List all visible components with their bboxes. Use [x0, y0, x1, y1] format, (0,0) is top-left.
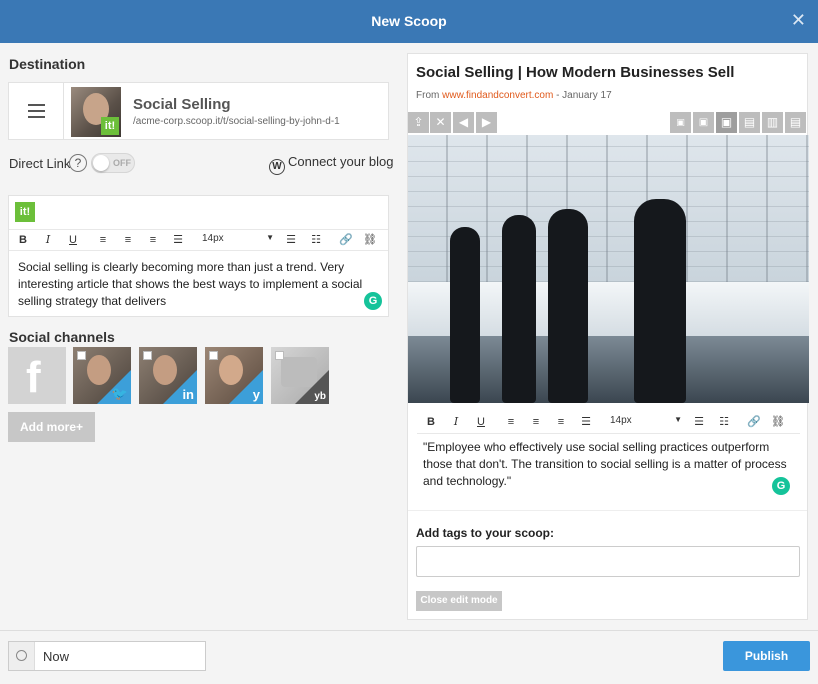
font-size-value: 14px	[202, 233, 224, 244]
editor-toolbar: B I U ≡ ≡ ≡ ☰ 14px ▼ ☰ ☷ 🔗 ⛓	[417, 412, 800, 434]
next-image-icon[interactable]: ▶	[476, 112, 497, 133]
article-image	[408, 135, 809, 403]
article-title[interactable]: Social Selling | How Modern Businesses S…	[416, 64, 734, 81]
scoopit-badge-icon: it!	[15, 202, 35, 222]
chevron-down-icon: ▼	[674, 415, 682, 424]
topic-name: Social Selling	[133, 96, 231, 113]
topic-url: /acme-corp.scoop.it/t/social-selling-by-…	[133, 116, 340, 127]
align-justify-icon[interactable]: ☰	[579, 415, 593, 429]
twitter-icon: 🐦	[111, 386, 128, 401]
quote-editor[interactable]: B I U ≡ ≡ ≡ ☰ 14px ▼ ☰ ☷ 🔗 ⛓ "Employee wh…	[417, 412, 800, 502]
article-date: - January 17	[556, 90, 612, 101]
tags-label: Add tags to your scoop:	[416, 526, 554, 540]
italic-button[interactable]: I	[449, 415, 463, 429]
insight-text[interactable]: Social selling is clearly becoming more …	[18, 259, 380, 310]
close-edit-mode-button[interactable]: Close edit mode	[416, 591, 502, 611]
image-large-icon[interactable]: ▣	[716, 112, 737, 133]
linkedin-channel[interactable]: in	[139, 347, 197, 404]
align-right-icon[interactable]: ≡	[554, 415, 568, 429]
menu-icon[interactable]	[9, 83, 64, 139]
grammarly-icon[interactable]: G	[364, 292, 382, 310]
article-card: Social Selling | How Modern Businesses S…	[407, 53, 809, 620]
insight-editor[interactable]: it! B I U ≡ ≡ ≡ ☰ 14px ▼ ☰ ☷ 🔗 ⛓ Social s…	[8, 195, 389, 317]
connect-blog-label: Connect your blog	[288, 154, 394, 169]
image-right-icon[interactable]: ▤	[785, 112, 806, 133]
linkedin-icon: in	[182, 387, 194, 402]
align-left-icon[interactable]: ≡	[504, 415, 518, 429]
direct-link-label: Direct Link	[9, 156, 71, 171]
editor-toolbar: B I U ≡ ≡ ≡ ☰ 14px ▼ ☰ ☷ 🔗 ⛓	[9, 229, 388, 251]
image-medium-icon[interactable]: ▣	[693, 112, 714, 133]
font-size-select[interactable]: 14px ▼	[610, 415, 684, 426]
numbered-list-icon[interactable]: ☷	[717, 415, 731, 429]
connect-blog-link[interactable]: W Connect your blog	[269, 154, 394, 175]
image-left-icon[interactable]: ▤	[739, 112, 760, 133]
add-more-button[interactable]: Add more+	[8, 412, 95, 442]
modal-header: New Scoop ✕	[0, 0, 818, 43]
grammarly-icon[interactable]: G	[772, 477, 790, 495]
modal-footer: Now Publish	[0, 630, 818, 684]
help-icon[interactable]: ?	[69, 154, 87, 172]
channel-checkbox[interactable]	[77, 351, 86, 360]
tags-input[interactable]	[416, 546, 800, 577]
wordpress-icon: W	[269, 159, 285, 175]
font-size-select[interactable]: 14px ▼	[202, 233, 276, 244]
image-small-icon[interactable]: ▣	[670, 112, 691, 133]
unlink-icon[interactable]: ⛓	[363, 233, 377, 247]
xing-channel[interactable]: yb	[271, 347, 329, 404]
quote-text[interactable]: "Employee who effectively use social sel…	[423, 439, 789, 490]
scoopit-badge-icon: it!	[101, 117, 119, 135]
channel-checkbox[interactable]	[143, 351, 152, 360]
prev-image-icon[interactable]: ◀	[453, 112, 474, 133]
bold-button[interactable]: B	[424, 415, 438, 429]
channel-checkbox[interactable]	[209, 351, 218, 360]
align-left-icon[interactable]: ≡	[96, 233, 110, 247]
link-icon[interactable]: 🔗	[747, 415, 761, 429]
clock-icon	[9, 642, 35, 670]
bullet-list-icon[interactable]: ☰	[284, 233, 298, 247]
unlink-icon[interactable]: ⛓	[771, 415, 785, 429]
chevron-down-icon: ▼	[266, 233, 274, 242]
topic-avatar: it!	[71, 87, 121, 137]
twitter-channel[interactable]: 🐦	[73, 347, 131, 404]
facebook-channel[interactable]: f	[8, 347, 66, 404]
publish-button[interactable]: Publish	[723, 641, 810, 671]
bullet-list-icon[interactable]: ☰	[692, 415, 706, 429]
article-source: From www.findandconvert.com - January 17	[416, 90, 612, 101]
font-size-value: 14px	[610, 415, 632, 426]
link-icon[interactable]: 🔗	[339, 233, 353, 247]
yammer-icon: y	[252, 387, 260, 402]
bold-button[interactable]: B	[16, 233, 30, 247]
destination-title: Destination	[9, 56, 86, 72]
facebook-icon: f	[26, 353, 41, 402]
image-toolbar: ⇪ ✕ ◀ ▶ ▣ ▣ ▣ ▤ ▥ ▤	[408, 112, 807, 134]
right-panel: Social Selling | How Modern Businesses S…	[398, 43, 818, 630]
left-panel: Destination it! Social Selling /acme-cor…	[0, 43, 398, 630]
align-right-icon[interactable]: ≡	[146, 233, 160, 247]
yammer-channel[interactable]: y	[205, 347, 263, 404]
destination-selector[interactable]: it! Social Selling /acme-corp.scoop.it/t…	[8, 82, 389, 140]
close-icon[interactable]: ✕	[791, 11, 806, 29]
social-channels-title: Social channels	[9, 329, 115, 345]
italic-button[interactable]: I	[41, 233, 55, 247]
schedule-value: Now	[43, 649, 70, 664]
schedule-input[interactable]: Now	[8, 641, 206, 671]
xing-icon: yb	[314, 391, 326, 402]
underline-button[interactable]: U	[66, 233, 80, 247]
align-justify-icon[interactable]: ☰	[171, 233, 185, 247]
numbered-list-icon[interactable]: ☷	[309, 233, 323, 247]
toggle-state: OFF	[113, 158, 131, 168]
underline-button[interactable]: U	[474, 415, 488, 429]
modal-title: New Scoop	[371, 13, 447, 29]
direct-link-toggle[interactable]: OFF	[91, 153, 135, 173]
image-top-icon[interactable]: ▥	[762, 112, 783, 133]
from-label: From	[416, 90, 440, 101]
align-center-icon[interactable]: ≡	[121, 233, 135, 247]
channel-checkbox[interactable]	[275, 351, 284, 360]
remove-image-icon[interactable]: ✕	[430, 112, 451, 133]
align-center-icon[interactable]: ≡	[529, 415, 543, 429]
upload-icon[interactable]: ⇪	[408, 112, 429, 133]
source-link[interactable]: www.findandconvert.com	[442, 90, 553, 101]
